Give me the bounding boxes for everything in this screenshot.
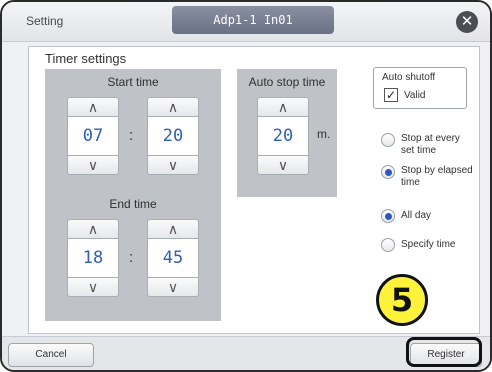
end-hour-down-button[interactable]: ∨ — [67, 277, 119, 297]
all-day-radio[interactable] — [381, 209, 395, 223]
cancel-button[interactable]: Cancel — [8, 343, 94, 367]
start-minute-stepper: ∧ 20 ∨ — [147, 97, 199, 177]
end-time-separator: : — [129, 249, 134, 266]
start-time-separator: : — [129, 127, 134, 144]
end-minute-up-button[interactable]: ∧ — [147, 219, 199, 239]
step-number-badge: 5 — [376, 274, 428, 326]
section-title: Timer settings — [45, 51, 127, 66]
close-icon[interactable]: ✕ — [456, 11, 478, 33]
unit-name-tab: Adp1-1 In01 — [172, 6, 334, 34]
start-minute-down-button[interactable]: ∨ — [147, 155, 199, 175]
start-time-label: Start time — [107, 75, 159, 89]
title-bar: Setting Adp1-1 In01 ✕ — [2, 2, 490, 42]
stop-at-every-set-time-radio[interactable] — [381, 133, 395, 147]
start-hour-stepper: ∧ 07 ∨ — [67, 97, 119, 177]
valid-checkbox-label: Valid — [404, 90, 426, 101]
stop-by-elapsed-time-label: Stop by elapsed time — [401, 165, 473, 188]
end-hour-up-button[interactable]: ∧ — [67, 219, 119, 239]
end-minute-stepper: ∧ 45 ∨ — [147, 219, 199, 299]
specify-time-label: Specify time — [401, 239, 456, 250]
stop-at-every-set-time-label: Stop at every set time — [401, 133, 460, 156]
register-button-highlight — [406, 337, 482, 367]
stop-by-elapsed-time-radio[interactable] — [381, 165, 395, 179]
auto-stop-time-label: Auto stop time — [248, 75, 326, 89]
specify-time-radio[interactable] — [381, 238, 395, 252]
time-panel: Start time ∧ 07 ∨ : ∧ 20 ∨ End time ∧ 18… — [45, 69, 221, 321]
auto-stop-up-button[interactable]: ∧ — [257, 97, 309, 117]
start-hour-down-button[interactable]: ∨ — [67, 155, 119, 175]
start-minute-up-button[interactable]: ∧ — [147, 97, 199, 117]
auto-stop-panel: Auto stop time ∧ 20 ∨ m. — [237, 69, 337, 197]
start-hour-value[interactable]: 07 — [67, 117, 119, 155]
auto-stop-stepper: ∧ 20 ∨ — [257, 97, 309, 177]
end-minute-down-button[interactable]: ∨ — [147, 277, 199, 297]
start-hour-up-button[interactable]: ∧ — [67, 97, 119, 117]
end-hour-stepper: ∧ 18 ∨ — [67, 219, 119, 299]
auto-stop-unit: m. — [317, 127, 331, 141]
end-time-label: End time — [109, 197, 157, 211]
auto-shutoff-title: Auto shutoff — [382, 72, 436, 83]
auto-stop-value[interactable]: 20 — [257, 117, 309, 155]
all-day-label: All day — [401, 210, 432, 221]
start-minute-value[interactable]: 20 — [147, 117, 199, 155]
end-minute-value[interactable]: 45 — [147, 239, 199, 277]
auto-shutoff-group: Auto shutoff ✓ Valid — [373, 67, 467, 109]
valid-checkbox[interactable]: ✓ — [384, 88, 398, 102]
auto-stop-down-button[interactable]: ∨ — [257, 155, 309, 175]
window-title: Setting — [26, 14, 64, 28]
end-hour-value[interactable]: 18 — [67, 239, 119, 277]
